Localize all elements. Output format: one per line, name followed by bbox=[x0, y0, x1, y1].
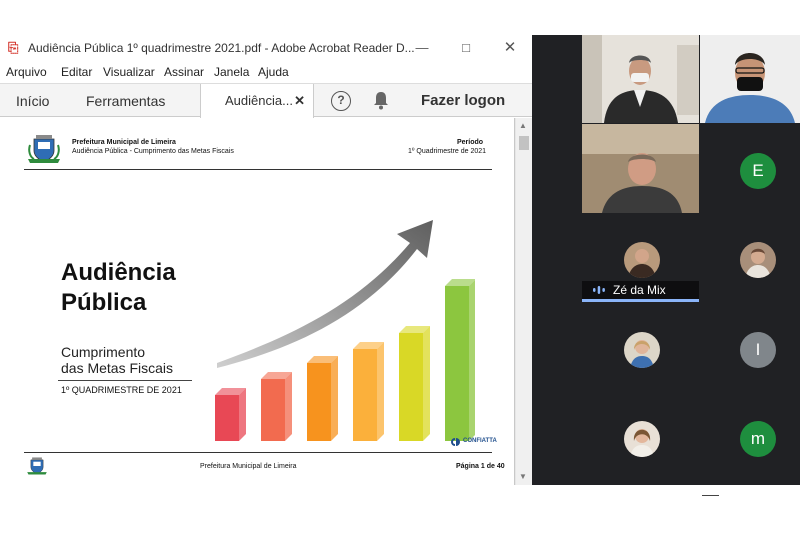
acrobat-window: ⎘ Audiência Pública 1º quadrimestre 2021… bbox=[0, 35, 532, 485]
menu-visualizar[interactable]: Visualizar bbox=[103, 65, 155, 79]
confiatta-logo-text: CONFIATTA bbox=[463, 438, 497, 444]
scroll-up-icon[interactable]: ▲ bbox=[519, 121, 527, 130]
participant-video bbox=[582, 124, 699, 213]
tab-document[interactable]: Audiência... ✕ bbox=[200, 84, 314, 119]
tab-document-label: Audiência... bbox=[225, 93, 293, 108]
footer-divider bbox=[24, 452, 492, 453]
participant-video bbox=[582, 35, 699, 123]
scroll-down-icon[interactable]: ▼ bbox=[519, 472, 527, 481]
tab-home[interactable]: Início bbox=[16, 84, 49, 118]
toolbar: Início Ferramentas Audiência... ✕ ? Faze… bbox=[0, 83, 532, 119]
participant-avatar[interactable] bbox=[624, 242, 660, 278]
confiatta-logo-icon bbox=[451, 438, 460, 446]
menu-assinar[interactable]: Assinar bbox=[164, 65, 204, 79]
participant-initial-m[interactable]: m bbox=[740, 421, 776, 457]
participant-avatar[interactable] bbox=[624, 421, 660, 457]
period-label: Período bbox=[457, 139, 484, 146]
window-title: Audiência Pública 1º quadrimestre 2021.p… bbox=[28, 41, 415, 55]
participant-initial-e[interactable]: E bbox=[740, 153, 776, 189]
avatar-photo bbox=[740, 242, 776, 278]
doc-subtitle: Audiência Pública - Cumprimento das Meta… bbox=[72, 148, 234, 155]
growth-chart-illustration bbox=[215, 220, 475, 441]
growth-bar bbox=[215, 388, 246, 441]
avatar-photo bbox=[624, 242, 660, 278]
help-icon[interactable]: ? bbox=[331, 91, 351, 111]
avatar-photo bbox=[624, 332, 660, 368]
tab-close-icon[interactable]: ✕ bbox=[294, 84, 305, 118]
participant-initial-i[interactable]: I bbox=[740, 332, 776, 368]
quadrimester-label: 1º QUADRIMESTRE DE 2021 bbox=[61, 385, 182, 395]
menu-bar: Arquivo Editar Visualizar Assinar Janela… bbox=[0, 63, 532, 81]
video-tile[interactable] bbox=[582, 35, 699, 123]
participant-video bbox=[700, 35, 800, 123]
audio-level-icon bbox=[593, 286, 605, 294]
footer-crest-logo bbox=[27, 457, 47, 475]
speaker-name-bar: Zé da Mix bbox=[582, 281, 699, 299]
pdf-page: Prefeitura Municipal de Limeira Audiênci… bbox=[0, 118, 515, 485]
page-indicator: Página 1 de 40 bbox=[456, 463, 505, 470]
title-bar: ⎘ Audiência Pública 1º quadrimestre 2021… bbox=[0, 35, 532, 61]
maximize-icon[interactable]: □ bbox=[452, 38, 480, 58]
subtitle-divider bbox=[58, 380, 192, 381]
slide-title: Audiência Pública bbox=[61, 258, 176, 318]
avatar-photo bbox=[624, 421, 660, 457]
video-meeting-panel: Zé da Mix E I m bbox=[532, 35, 800, 485]
city-crest-logo bbox=[28, 135, 60, 163]
logon-button[interactable]: Fazer logon bbox=[421, 84, 505, 118]
tab-tools[interactable]: Ferramentas bbox=[86, 84, 165, 118]
menu-editar[interactable]: Editar bbox=[61, 65, 92, 79]
menu-arquivo[interactable]: Arquivo bbox=[6, 65, 47, 79]
video-tile[interactable] bbox=[700, 35, 800, 123]
slide-subtitle-line2: das Metas Fiscais bbox=[61, 360, 174, 376]
taskbar-dash bbox=[702, 495, 719, 496]
participant-avatar[interactable] bbox=[740, 242, 776, 278]
minimize-icon[interactable]: — bbox=[408, 38, 436, 58]
growth-bar bbox=[399, 326, 430, 441]
close-icon[interactable]: ✕ bbox=[496, 38, 524, 58]
active-speaker-tile[interactable]: Zé da Mix bbox=[582, 124, 699, 302]
speaker-name: Zé da Mix bbox=[613, 283, 666, 297]
growth-bar bbox=[261, 372, 292, 441]
org-name: Prefeitura Municipal de Limeira bbox=[72, 139, 176, 146]
growth-bar bbox=[353, 342, 384, 441]
scroll-thumb[interactable] bbox=[519, 136, 529, 150]
participant-avatar[interactable] bbox=[624, 332, 660, 368]
header-divider bbox=[24, 169, 492, 170]
footer-org-name: Prefeitura Municipal de Limeira bbox=[200, 463, 297, 470]
growth-bar bbox=[307, 356, 338, 441]
slide-subtitle-line1: Cumprimento bbox=[61, 344, 146, 360]
bell-icon[interactable] bbox=[372, 90, 390, 110]
speaking-indicator bbox=[582, 299, 699, 302]
slide-title-line2: Pública bbox=[61, 289, 147, 316]
menu-janela[interactable]: Janela bbox=[214, 65, 249, 79]
menu-ajuda[interactable]: Ajuda bbox=[258, 65, 289, 79]
acrobat-pdf-icon: ⎘ bbox=[8, 40, 19, 55]
growth-bar bbox=[445, 279, 475, 441]
slide-title-line1: Audiência bbox=[61, 259, 176, 286]
document-area: Prefeitura Municipal de Limeira Audiênci… bbox=[0, 118, 532, 485]
vertical-scrollbar[interactable]: ▲ ▼ bbox=[516, 118, 532, 485]
slide-subtitle: Cumprimento das Metas Fiscais bbox=[61, 344, 173, 376]
period-value: 1º Quadrimestre de 2021 bbox=[408, 148, 487, 155]
